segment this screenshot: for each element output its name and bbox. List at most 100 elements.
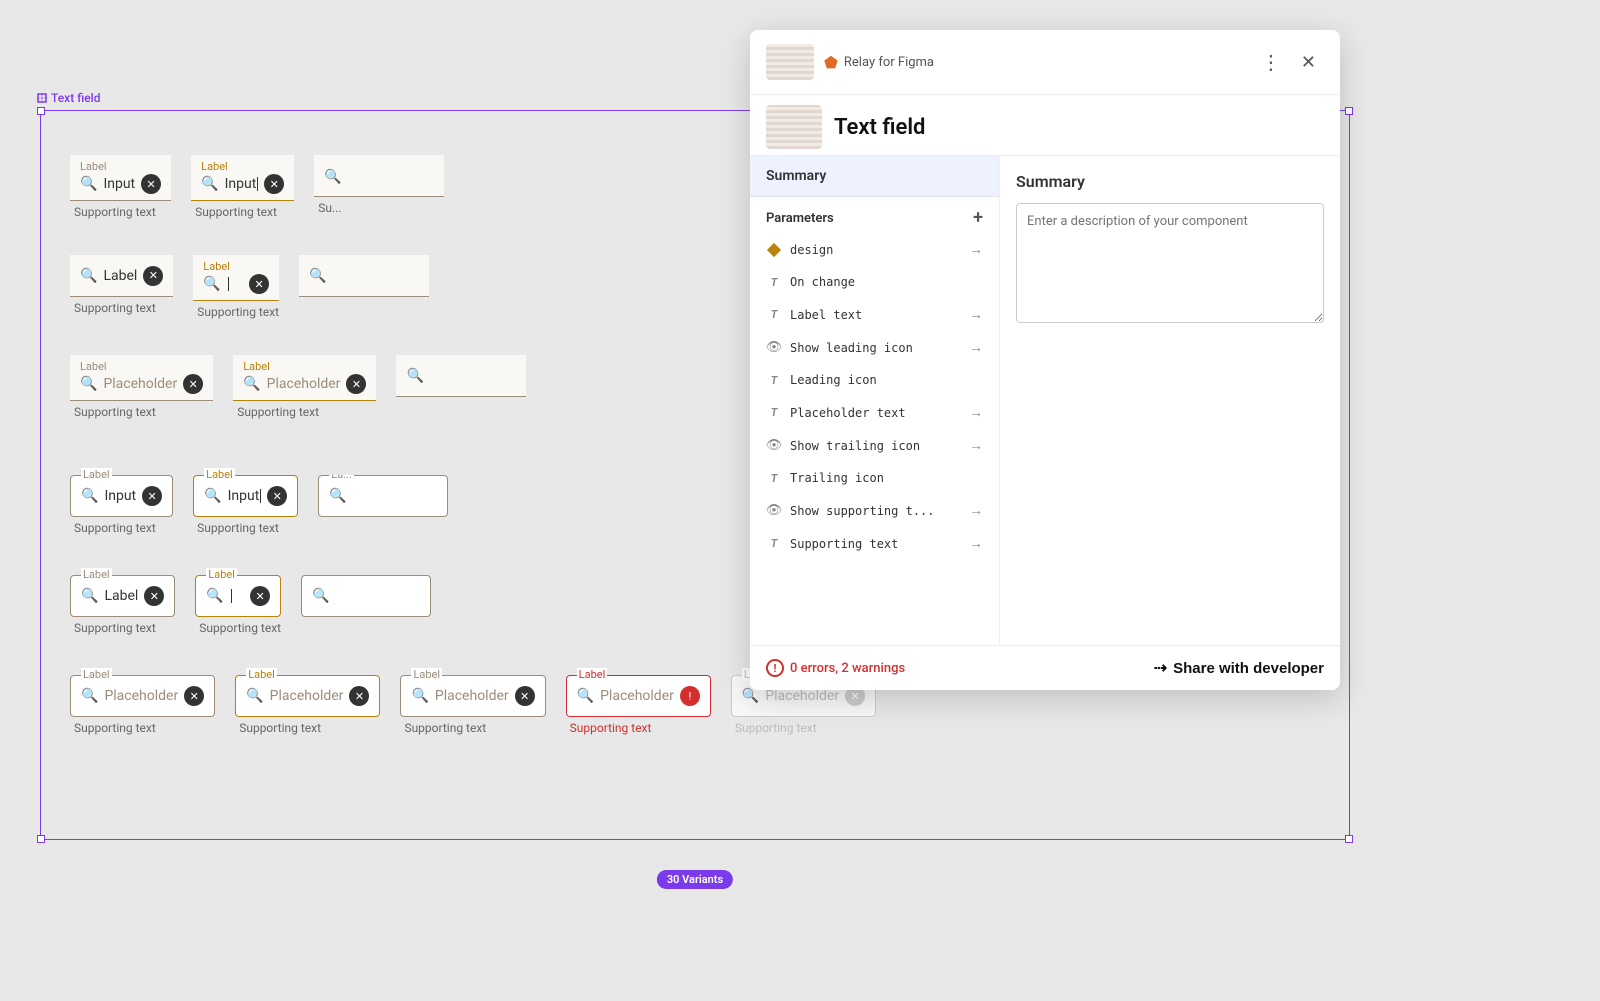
- param-arrow-icon: →: [969, 502, 983, 519]
- param-item-showtrailingicon[interactable]: 👁 Show trailing icon →: [750, 429, 999, 462]
- corner-handle-bl[interactable]: [37, 835, 45, 843]
- clear-button[interactable]: ✕: [346, 374, 366, 394]
- tf-field[interactable]: 🔍: [301, 575, 431, 617]
- param-name: Leading icon: [790, 373, 983, 387]
- tf-component: 🔍 Su...: [314, 155, 444, 219]
- param-item-labeltext[interactable]: T Label text →: [750, 298, 999, 331]
- panel-menu-button[interactable]: ⋮: [1253, 46, 1289, 78]
- panel-title-row: Text field: [750, 95, 1340, 156]
- tf-field[interactable]: Label 🔍 Placeholder ✕: [235, 675, 380, 717]
- corner-handle-br[interactable]: [1345, 835, 1353, 843]
- tf-field[interactable]: Label 🔍 Placeholder ✕: [233, 355, 376, 401]
- corner-handle-tl[interactable]: [37, 107, 45, 115]
- param-item-showsupporting[interactable]: 👁 Show supporting t... →: [750, 494, 999, 527]
- clear-button[interactable]: ✕: [141, 174, 161, 194]
- param-arrow-icon: →: [969, 339, 983, 356]
- panel-title: Text field: [834, 115, 925, 140]
- tf-field[interactable]: Label 🔍 Input ✕: [70, 155, 171, 201]
- tf-value: Placeholder: [103, 376, 177, 392]
- tab-summary[interactable]: Summary: [750, 156, 999, 197]
- param-item-placeholdertext[interactable]: T Placeholder text →: [750, 396, 999, 429]
- clear-button[interactable]: ✕: [142, 486, 162, 506]
- tf-field[interactable]: 🔍: [396, 355, 526, 397]
- clear-button[interactable]: ✕: [143, 266, 163, 286]
- relay-panel: ⬟ Relay for Figma ⋮ ✕ Text field Summary: [750, 30, 1340, 690]
- tf-component: Label 🔍 Placeholder ✕ Supporting text: [70, 675, 215, 735]
- tf-field[interactable]: Label 🔍 Input ✕: [193, 475, 298, 517]
- panel-header-left: ⬟ Relay for Figma: [766, 44, 934, 80]
- tf-value: Placeholder: [600, 688, 674, 704]
- tf-component: 🔍 Label ✕ Supporting text: [70, 255, 173, 319]
- tf-label: Label: [577, 668, 608, 681]
- share-with-developer-button[interactable]: ⇢ Share with developer: [1154, 658, 1324, 678]
- clear-button[interactable]: !: [680, 686, 700, 706]
- param-name: Label text: [790, 308, 961, 322]
- variants-badge: 30 Variants: [657, 870, 733, 889]
- clear-button[interactable]: ✕: [267, 486, 287, 506]
- search-icon: 🔍: [80, 268, 97, 284]
- eye-icon: 👁: [766, 438, 782, 454]
- supporting-text: Supporting text: [70, 721, 215, 735]
- tf-label-filled: Label: [201, 161, 284, 172]
- panel-header: ⬟ Relay for Figma ⋮ ✕: [750, 30, 1340, 95]
- corner-handle-tr[interactable]: [1345, 107, 1353, 115]
- text-icon: T: [766, 274, 782, 290]
- tf-field[interactable]: La... 🔍: [318, 475, 448, 517]
- param-arrow-icon: →: [969, 535, 983, 552]
- clear-button[interactable]: ✕: [249, 274, 269, 294]
- supporting-text: Supporting text: [233, 405, 376, 419]
- supporting-text: Supporting text: [566, 721, 711, 735]
- param-item-showleadingicon[interactable]: 👁 Show leading icon →: [750, 331, 999, 364]
- tf-field[interactable]: Label 🔍 Placeholder !: [566, 675, 711, 717]
- description-textarea[interactable]: [1016, 203, 1324, 323]
- clear-button[interactable]: ✕: [349, 686, 369, 706]
- warnings-indicator: ! 0 errors, 2 warnings: [766, 659, 905, 677]
- tf-component: Label 🔍 ✕ Supporting text: [193, 255, 279, 319]
- params-add-button[interactable]: +: [973, 209, 983, 227]
- clear-button[interactable]: ✕: [264, 174, 284, 194]
- tf-field[interactable]: Label 🔍 ✕: [193, 255, 279, 301]
- search-icon: 🔍: [329, 488, 346, 504]
- param-item-design[interactable]: design →: [750, 233, 999, 266]
- panel-close-button[interactable]: ✕: [1293, 48, 1324, 77]
- tf-field[interactable]: Label 🔍 Placeholder ✕: [400, 675, 545, 717]
- tf-field[interactable]: Label 🔍 ✕: [195, 575, 281, 617]
- search-icon: 🔍: [204, 488, 221, 504]
- search-icon: 🔍: [80, 176, 97, 192]
- clear-button[interactable]: ✕: [144, 586, 164, 606]
- param-item-trailingicon[interactable]: T Trailing icon: [750, 462, 999, 494]
- tf-field[interactable]: 🔍: [314, 155, 444, 197]
- tf-field[interactable]: 🔍: [299, 255, 429, 297]
- tf-value: Placeholder: [435, 688, 509, 704]
- supporting-text: Supporting text: [70, 621, 175, 635]
- tf-component: Label 🔍 Placeholder ! Supporting text: [566, 675, 711, 735]
- tf-field[interactable]: Label 🔍 Input ✕: [70, 475, 173, 517]
- tf-field[interactable]: 🔍 Label ✕: [70, 255, 173, 297]
- tf-field[interactable]: Label 🔍 Input ✕: [191, 155, 294, 201]
- search-icon: 🔍: [203, 276, 220, 292]
- param-item-onchange[interactable]: T On change: [750, 266, 999, 298]
- text-icon: T: [766, 405, 782, 421]
- share-icon: ⇢: [1154, 658, 1167, 678]
- tf-field[interactable]: Label 🔍 Placeholder ✕: [70, 355, 213, 401]
- tf-value: Input: [228, 488, 262, 504]
- search-icon: 🔍: [309, 268, 326, 284]
- tf-field[interactable]: Label 🔍 Placeholder ✕: [70, 675, 215, 717]
- clear-button[interactable]: ✕: [250, 586, 270, 606]
- panel-body: Summary Parameters + design → T On ch: [750, 156, 1340, 645]
- tf-label: La...: [329, 475, 354, 481]
- clear-button[interactable]: ✕: [515, 686, 535, 706]
- search-icon: 🔍: [577, 688, 594, 704]
- search-icon: 🔍: [406, 368, 423, 384]
- tf-value: Label: [104, 588, 138, 604]
- tf-component: 🔍: [299, 255, 429, 319]
- clear-button[interactable]: ✕: [184, 686, 204, 706]
- param-item-leadingicon[interactable]: T Leading icon: [750, 364, 999, 396]
- tf-component: Label 🔍 Label ✕ Supporting text: [70, 575, 175, 635]
- panel-large-thumbnail: [766, 105, 822, 149]
- panel-left: Summary Parameters + design → T On ch: [750, 156, 1000, 645]
- param-item-supportingtext[interactable]: T Supporting text →: [750, 527, 999, 560]
- supporting-text: Supporting text: [70, 521, 173, 535]
- clear-button[interactable]: ✕: [183, 374, 203, 394]
- tf-field[interactable]: Label 🔍 Label ✕: [70, 575, 175, 617]
